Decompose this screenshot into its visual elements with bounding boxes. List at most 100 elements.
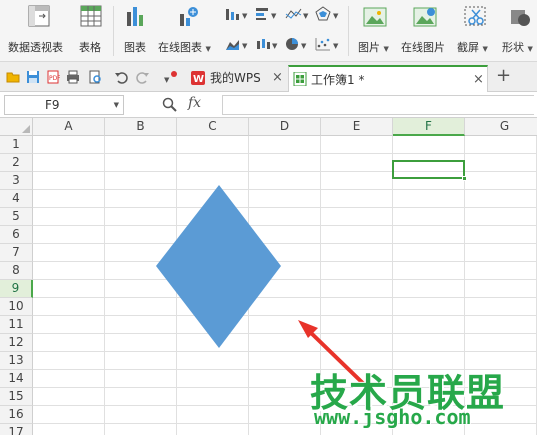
- svg-text:▼: ▼: [301, 42, 307, 50]
- tab-my-wps-label: 我的WPS: [210, 71, 261, 85]
- row-header-3[interactable]: 3: [0, 172, 33, 190]
- row-header-12[interactable]: 12: [0, 334, 33, 352]
- line-chart-icon: ▼: [285, 8, 309, 20]
- online-picture-button[interactable]: 在线图片: [400, 4, 450, 60]
- stock-chart-dropdown[interactable]: ▼: [254, 36, 278, 55]
- column-header-e[interactable]: E: [321, 118, 393, 136]
- column-chart-dropdown[interactable]: ▼: [224, 6, 248, 25]
- stock-chart-icon: ▼: [257, 39, 278, 50]
- svg-text:PDF: PDF: [49, 75, 60, 82]
- row-header-4[interactable]: 4: [0, 190, 33, 208]
- row-header-1[interactable]: 1: [0, 136, 33, 154]
- table-icon: [80, 5, 102, 27]
- column-header-f[interactable]: F: [393, 118, 465, 136]
- column-header-b[interactable]: B: [105, 118, 177, 136]
- column-header-a[interactable]: A: [33, 118, 105, 136]
- column-header-g[interactable]: G: [465, 118, 537, 136]
- ribbon-separator: [348, 6, 349, 56]
- chevron-down-icon[interactable]: ▼: [114, 96, 119, 114]
- formula-input[interactable]: [222, 95, 534, 115]
- ribbon-toolbar: 数据透视表 表格 图表 在线图表 ▼ ▼ ▼ ▼ ▼ ▼ ▼ ▼ ▼ 图片 ▼ …: [0, 0, 537, 62]
- bar-chart-icon: [127, 7, 143, 26]
- formula-bar: F9 ▼ fx: [0, 92, 537, 118]
- pivot-table-button[interactable]: 数据透视表: [6, 4, 72, 60]
- svg-text:▼: ▼: [164, 76, 170, 84]
- zoom-icon[interactable]: [162, 97, 178, 113]
- select-all-corner[interactable]: [0, 118, 33, 136]
- row-header-2[interactable]: 2: [0, 154, 33, 172]
- active-cell-f9[interactable]: [392, 160, 465, 179]
- row-header-7[interactable]: 7: [0, 244, 33, 262]
- redo-icon[interactable]: [136, 70, 150, 84]
- row-header-14[interactable]: 14: [0, 370, 33, 388]
- online-chart-label: 在线图表 ▼: [158, 41, 211, 54]
- row-header-13[interactable]: 13: [0, 352, 33, 370]
- radar-chart-icon: ▼: [315, 6, 339, 21]
- new-tab-button[interactable]: +: [496, 65, 511, 86]
- table-label: 表格: [79, 41, 101, 54]
- area-chart-icon: ▼: [226, 40, 248, 50]
- save-icon[interactable]: [26, 70, 40, 84]
- print-icon[interactable]: [66, 70, 80, 84]
- spreadsheet-file-icon: [293, 72, 307, 86]
- pivot-table-label: 数据透视表: [8, 41, 63, 54]
- online-chart-button[interactable]: 在线图表 ▼: [156, 4, 220, 60]
- svg-text:▼: ▼: [272, 42, 278, 50]
- table-button[interactable]: 表格: [76, 4, 106, 60]
- row-header-5[interactable]: 5: [0, 208, 33, 226]
- fill-handle[interactable]: [462, 176, 467, 181]
- area-chart-dropdown[interactable]: ▼: [224, 36, 248, 55]
- picture-button[interactable]: 图片 ▼: [356, 4, 394, 60]
- row-header-11[interactable]: 11: [0, 316, 33, 334]
- svg-text:▼: ▼: [242, 42, 248, 50]
- cell-reference: F9: [45, 98, 60, 112]
- undo-icon[interactable]: [114, 70, 128, 84]
- screenshot-button[interactable]: 截屏 ▼: [456, 4, 494, 60]
- online-picture-label: 在线图片: [401, 41, 445, 54]
- line-chart-dropdown[interactable]: ▼: [284, 6, 310, 25]
- row-header-6[interactable]: 6: [0, 226, 33, 244]
- svg-text:▼: ▼: [271, 12, 277, 20]
- shape-label: 形状 ▼: [502, 41, 533, 54]
- tab-workbook[interactable]: 工作簿1 * ×: [288, 65, 488, 92]
- chart-button[interactable]: 图表: [120, 4, 152, 60]
- column-header-d[interactable]: D: [249, 118, 321, 136]
- row-header-10[interactable]: 10: [0, 298, 33, 316]
- watermark: 技术员联盟 www.jsgho.com: [300, 362, 537, 435]
- radar-chart-dropdown[interactable]: ▼: [314, 6, 340, 25]
- picture-label: 图片 ▼: [358, 41, 389, 54]
- svg-text:W: W: [193, 74, 204, 85]
- shape-icon: [510, 10, 530, 26]
- svg-text:▼: ▼: [242, 12, 248, 20]
- svg-text:▼: ▼: [303, 12, 309, 20]
- close-tab-workbook-icon[interactable]: ×: [473, 67, 484, 93]
- picture-icon: [363, 7, 387, 27]
- export-pdf-icon[interactable]: PDF: [46, 70, 60, 84]
- row-header-16[interactable]: 16: [0, 406, 33, 424]
- bar-chart-dropdown[interactable]: ▼: [254, 6, 278, 25]
- close-tab-my-wps-icon[interactable]: ×: [272, 65, 283, 91]
- scissors-icon: [464, 6, 486, 26]
- print-preview-icon[interactable]: [88, 70, 102, 84]
- open-folder-icon[interactable]: [6, 70, 20, 84]
- column-chart-icon: ▼: [226, 9, 248, 20]
- shape-button[interactable]: 形状 ▼: [500, 4, 537, 60]
- insert-function-button[interactable]: fx: [188, 95, 201, 111]
- row-header-9[interactable]: 9: [0, 280, 33, 298]
- row-header-8[interactable]: 8: [0, 262, 33, 280]
- name-box[interactable]: F9 ▼: [4, 95, 124, 115]
- customize-toolbar-icon[interactable]: ▼: [162, 70, 182, 84]
- chart-label: 图表: [124, 41, 146, 54]
- tab-my-wps[interactable]: W 我的WPS ×: [188, 65, 284, 92]
- pivot-table-icon: [28, 5, 50, 27]
- pie-chart-icon: ▼: [286, 38, 307, 50]
- svg-text:▼: ▼: [333, 42, 339, 50]
- ribbon-separator: [113, 6, 114, 56]
- tab-workbook-label: 工作簿1 *: [311, 73, 365, 87]
- column-header-c[interactable]: C: [177, 118, 249, 136]
- scatter-chart-dropdown[interactable]: ▼: [314, 36, 340, 55]
- watermark-url: www.jsgho.com: [314, 405, 471, 429]
- row-header-15[interactable]: 15: [0, 388, 33, 406]
- row-header-17[interactable]: 17: [0, 424, 33, 435]
- pie-chart-dropdown[interactable]: ▼: [284, 36, 308, 55]
